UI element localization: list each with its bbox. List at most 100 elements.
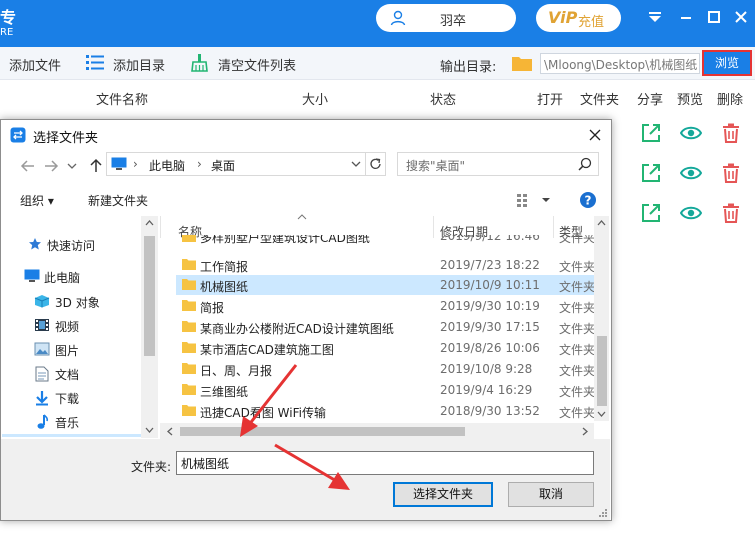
app-window: 专 RE 羽卒 ViP 充值 添加文件 添加目录 清空文件列表 输出目录: \M…	[0, 0, 755, 541]
dialog-app-icon	[10, 127, 26, 143]
clear-list-button[interactable]: 清空文件列表	[218, 55, 296, 74]
scroll-down-arrow-icon[interactable]	[596, 409, 607, 419]
nav-item-desktop-partial[interactable]	[2, 434, 141, 437]
eye-icon	[679, 206, 703, 220]
breadcrumb-separator: ›	[133, 157, 138, 171]
file-type: 文件夹	[559, 343, 596, 357]
main-toolbar: 添加文件 添加目录 清空文件列表 输出目录: \Mloong\Desktop\机…	[0, 47, 755, 80]
organize-menu[interactable]: 组织 ▾	[20, 192, 54, 209]
nav-3d-objects[interactable]: 3D 对象	[34, 292, 140, 312]
share-icon	[642, 204, 660, 222]
file-name: 工作简报	[200, 260, 249, 274]
delete-button[interactable]	[720, 202, 742, 224]
file-type: 文件夹	[559, 235, 596, 245]
help-button[interactable]: ?	[579, 191, 597, 209]
share-button[interactable]	[640, 162, 662, 184]
folder-name-input[interactable]: 机械图纸	[176, 451, 594, 475]
eye-icon	[679, 126, 703, 140]
file-row[interactable]: 三维图纸 2019/9/4 16:29 文件夹	[176, 380, 596, 400]
back-button[interactable]	[18, 156, 38, 176]
breadcrumb-this-pc[interactable]: 此电脑	[149, 157, 185, 174]
address-dropdown-button[interactable]	[347, 153, 365, 175]
folder-icon	[182, 405, 196, 416]
nav-pane-scroll-thumb[interactable]	[144, 236, 155, 356]
column-delete: 删除	[717, 93, 744, 108]
folder-icon	[182, 363, 196, 374]
recent-locations-button[interactable]	[66, 160, 78, 172]
nav-label: 音乐	[55, 416, 80, 430]
up-button[interactable]	[86, 156, 106, 176]
vip-recharge-button[interactable]: ViP 充值	[536, 4, 621, 32]
add-file-button[interactable]: 添加文件	[9, 55, 61, 74]
resize-grip-icon[interactable]	[598, 508, 608, 518]
address-bar[interactable]: › 此电脑 › 桌面	[106, 152, 386, 176]
file-row[interactable]: 某市酒店CAD建筑施工图 2019/8/26 10:06 文件夹	[176, 338, 596, 358]
delete-button[interactable]	[720, 162, 742, 184]
preview-button[interactable]	[679, 202, 703, 224]
download-icon	[36, 391, 48, 406]
file-row[interactable]: 简报 2019/9/30 10:19 文件夹	[176, 296, 596, 316]
column-file-name: 文件名称	[96, 93, 149, 108]
cancel-button[interactable]: 取消	[508, 482, 594, 507]
nav-downloads[interactable]: 下载	[34, 388, 140, 408]
close-app-button[interactable]	[732, 8, 750, 26]
nav-videos[interactable]: 视频	[34, 316, 140, 336]
nav-label: 此电脑	[44, 271, 81, 285]
preview-button[interactable]	[679, 122, 703, 144]
user-account-button[interactable]: 羽卒	[376, 4, 516, 32]
file-date: 2019/10/9 10:11	[440, 278, 540, 292]
nav-documents[interactable]: 文档	[34, 364, 140, 384]
refresh-icon	[370, 158, 381, 169]
nav-pictures[interactable]: 图片	[34, 340, 140, 360]
file-name: 迅捷CAD看图 WiFi传输	[200, 406, 326, 420]
scroll-down-arrow-icon[interactable]	[144, 425, 155, 435]
file-list-hscroll-thumb[interactable]	[180, 427, 465, 436]
add-directory-button[interactable]: 添加目录	[113, 55, 165, 74]
trash-icon	[723, 163, 739, 183]
scroll-up-arrow-icon[interactable]	[596, 218, 607, 228]
search-input[interactable]: 搜索"桌面"	[397, 152, 599, 176]
file-row-selected[interactable]: 机械图纸 2019/10/9 10:11 文件夹	[176, 275, 596, 295]
file-row[interactable]: 迅捷CAD看图 WiFi传输 2018/9/30 13:52 文件夹	[176, 401, 596, 421]
maximize-button[interactable]	[705, 8, 723, 26]
nav-label: 下载	[55, 392, 80, 406]
view-options-button[interactable]	[515, 191, 555, 209]
file-name: 日、周、月报	[200, 364, 273, 378]
dropdown-menu-button[interactable]	[646, 8, 664, 26]
scroll-right-arrow-icon[interactable]	[580, 426, 590, 437]
share-icon	[642, 164, 660, 182]
file-row[interactable]: 某商业办公楼附近CAD设计建筑图纸 2019/9/30 17:15 文件夹	[176, 317, 596, 337]
share-button[interactable]	[640, 202, 662, 224]
select-folder-button[interactable]: 选择文件夹	[393, 482, 493, 507]
dialog-close-button[interactable]	[586, 126, 604, 144]
output-path-field[interactable]: \Mloong\Desktop\机械图纸	[540, 53, 700, 74]
user-icon	[390, 10, 406, 26]
picture-icon	[34, 342, 50, 356]
file-row[interactable]: 工作简报 2019/7/23 18:22 文件夹	[176, 255, 596, 275]
minimize-button[interactable]	[677, 8, 695, 26]
file-type: 文件夹	[559, 406, 596, 420]
vip-icon: ViP	[548, 8, 578, 27]
nav-quick-access[interactable]: 快速访问	[29, 235, 140, 255]
share-button[interactable]	[640, 122, 662, 144]
folder-icon	[182, 342, 196, 353]
scroll-left-arrow-icon[interactable]	[165, 426, 175, 437]
breadcrumb-desktop[interactable]: 桌面	[211, 157, 235, 174]
file-list-scroll-thumb[interactable]	[597, 336, 607, 406]
search-icon	[578, 157, 592, 171]
nav-this-pc[interactable]: 此电脑	[24, 267, 140, 287]
preview-button[interactable]	[679, 162, 703, 184]
user-name: 羽卒	[440, 14, 467, 29]
file-row[interactable]: 多样别墅户型建筑设计CAD图纸 2019/9/12 16:46 文件夹	[176, 235, 596, 249]
file-type: 文件夹	[559, 280, 596, 294]
app-logo: 专	[0, 8, 17, 27]
forward-button[interactable]	[41, 156, 61, 176]
new-folder-button[interactable]: 新建文件夹	[88, 192, 148, 209]
browse-button[interactable]: 浏览	[702, 50, 752, 76]
file-row[interactable]: 日、周、月报 2019/10/8 9:28 文件夹	[176, 359, 596, 379]
scroll-up-arrow-icon[interactable]	[144, 218, 155, 228]
nav-music[interactable]: 音乐	[34, 412, 140, 432]
refresh-button[interactable]	[365, 153, 385, 175]
delete-button[interactable]	[720, 122, 742, 144]
eye-icon	[679, 166, 703, 180]
